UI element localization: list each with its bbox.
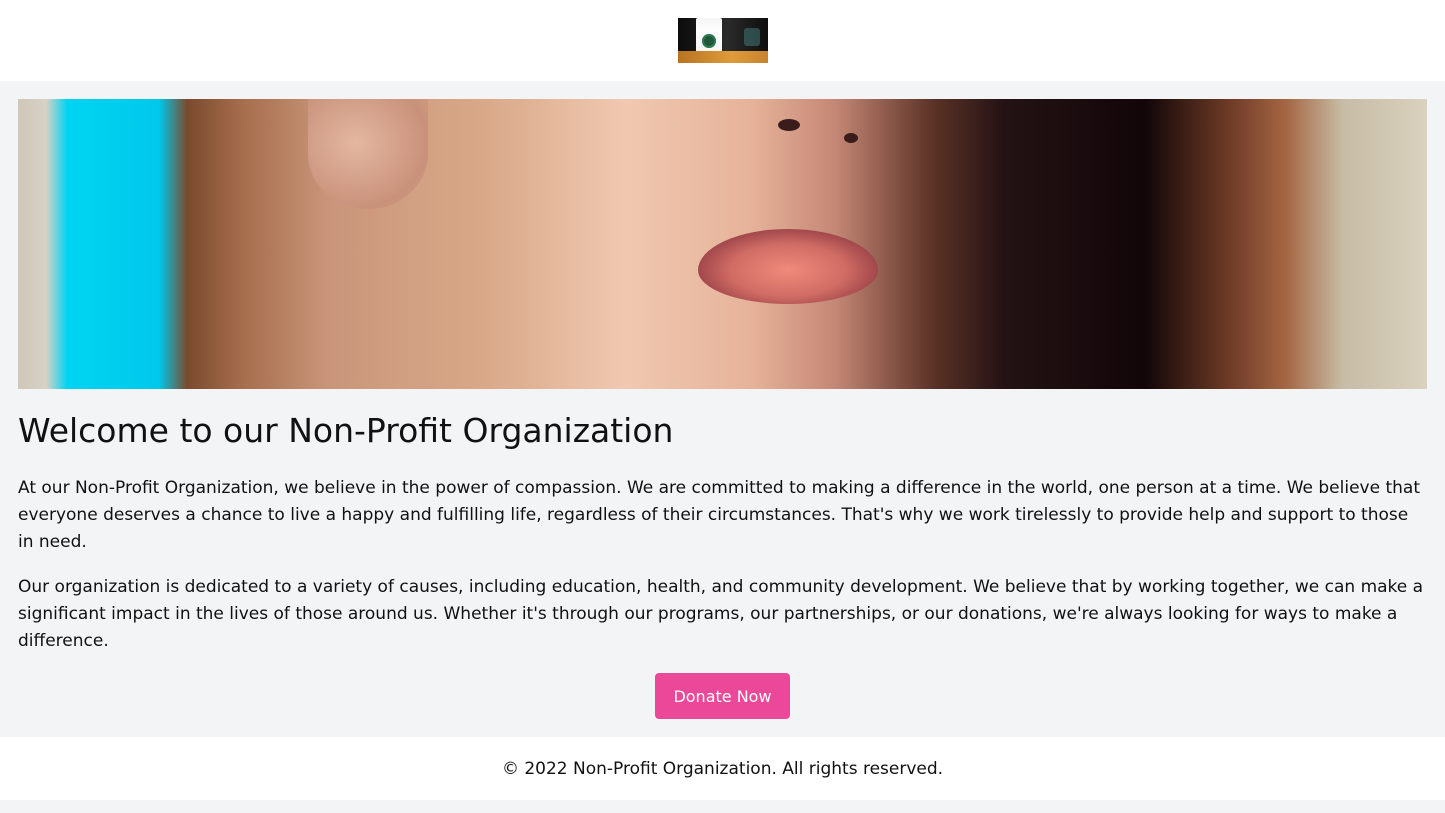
logo-badge-emblem (701, 34, 716, 48)
copyright-text: © 2022 Non-Profit Organization. All righ… (501, 758, 944, 779)
hero-ear-shape (308, 99, 428, 209)
donate-button[interactable]: Donate Now (655, 673, 790, 719)
hero-portrait-image (18, 99, 1427, 389)
donate-button-row: Donate Now (18, 673, 1427, 719)
site-footer: © 2022 Non-Profit Organization. All righ… (0, 737, 1445, 800)
hero-nostril-right (844, 133, 858, 143)
site-header (0, 0, 1445, 81)
coffee-cup-logo-icon[interactable] (677, 18, 768, 63)
logo-background-detail (743, 28, 760, 46)
page-title: Welcome to our Non-Profit Organization (18, 411, 674, 450)
hero-nostril-left (778, 119, 800, 131)
hero-lips-shape (698, 229, 878, 304)
main-content: Welcome to our Non-Profit Organization A… (0, 81, 1445, 737)
intro-paragraph: At our Non-Profit Organization, we belie… (18, 478, 1420, 552)
mission-paragraph: Our organization is dedicated to a varie… (18, 577, 1424, 651)
logo-table-surface (677, 51, 768, 63)
